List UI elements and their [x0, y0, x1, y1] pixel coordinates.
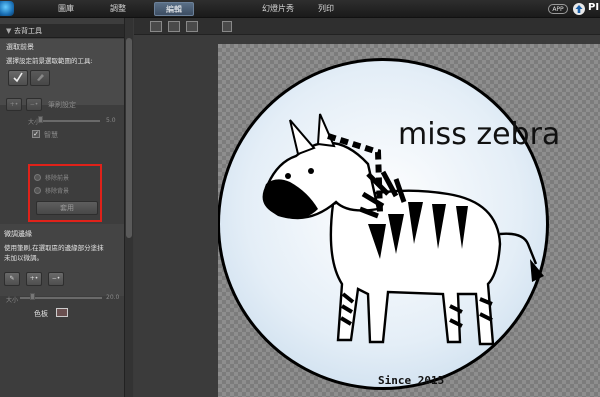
image-canvas[interactable]: miss zebra Since 2015: [218, 44, 600, 397]
check-brush-icon: [13, 72, 23, 83]
scroll-thumb[interactable]: [126, 38, 132, 238]
app-button[interactable]: APP: [548, 4, 568, 14]
eraser-icon: [37, 74, 44, 81]
refine-size-value: 20.0: [106, 294, 120, 301]
split-view-icon[interactable]: [222, 21, 232, 32]
size-value: 5.0: [106, 117, 116, 124]
refine-brush-button[interactable]: ✎: [4, 272, 20, 286]
view-toolbar: [134, 18, 600, 35]
refine-title: 微調邊緣: [4, 230, 32, 238]
select-foreground-section: 選取前景 選擇設定前景選取範圍的工具:: [0, 39, 133, 105]
upload-icon[interactable]: [573, 3, 585, 15]
collapse-caret-icon: ▼: [6, 27, 12, 35]
select-brush-button[interactable]: [8, 70, 28, 86]
size-slider[interactable]: [40, 120, 100, 122]
brush-add-button[interactable]: +•: [6, 98, 22, 111]
red-highlight-box: [28, 164, 102, 222]
artwork-footer: Since 2015: [378, 374, 444, 387]
panel-scrollbar[interactable]: [124, 18, 133, 397]
smart-label: 智慧: [44, 131, 58, 139]
tab-edit[interactable]: 編輯: [154, 2, 194, 16]
tab-print[interactable]: 列印: [312, 2, 340, 16]
workspace: miss zebra Since 2015: [134, 18, 600, 397]
tab-adjust[interactable]: 調整: [104, 2, 132, 16]
refine-description-line2: 未加以微調。: [4, 254, 43, 262]
fit-view-icon[interactable]: [150, 21, 162, 32]
compare-view-icon[interactable]: [186, 21, 198, 32]
image-view-icon[interactable]: [168, 21, 180, 32]
color-swatch[interactable]: [56, 308, 68, 317]
tab-slideshow[interactable]: 幻燈片秀: [256, 2, 300, 16]
refine-size-label: 大小: [6, 297, 19, 304]
brand-text: PI: [588, 2, 600, 13]
refine-sub-button[interactable]: −•: [48, 272, 64, 286]
artwork-title: miss zebra: [398, 117, 560, 152]
refine-edge-section: 微調邊緣 使用筆刷,在選取區的邊緣部分塗抹 未加以微調。 ✎ +• −•: [0, 224, 133, 296]
erase-brush-button[interactable]: [30, 70, 50, 86]
smart-checkbox[interactable]: ✓: [32, 130, 40, 138]
instruction-text: 選擇設定前景選取範圍的工具:: [6, 57, 93, 65]
size-slider-handle[interactable]: [38, 116, 43, 123]
panel-title: 去背工具: [14, 27, 42, 35]
top-menu-bar: 圖庫 調整 編輯 幻燈片秀 列印 APP PI: [0, 0, 600, 18]
zebra-artwork: miss zebra Since 2015: [218, 58, 560, 390]
color-label: 色板: [34, 310, 48, 318]
brush-sub-button[interactable]: −•: [26, 98, 42, 111]
section-title: 選取前景: [6, 43, 34, 51]
panel-header[interactable]: ▼ 去背工具: [0, 24, 133, 38]
refine-description-line1: 使用筆刷,在選取區的邊緣部分塗抹: [4, 244, 104, 252]
tool-panel: ▼ 去背工具 選取前景 選擇設定前景選取範圍的工具: +• −• 筆刷設定 大小…: [0, 18, 133, 397]
refine-add-button[interactable]: +•: [26, 272, 42, 286]
brush-setting-label: 筆刷設定: [48, 101, 76, 109]
tab-library[interactable]: 圖庫: [52, 2, 80, 16]
app-logo-icon: [0, 1, 14, 16]
refine-slider-handle[interactable]: [30, 293, 35, 300]
